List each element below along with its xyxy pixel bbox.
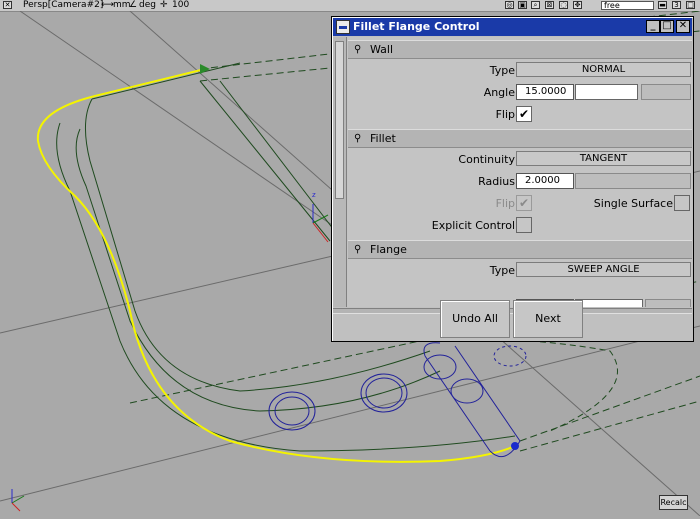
maximize-viewport-icon[interactable]: □ xyxy=(686,1,695,9)
window-titlebar[interactable]: Fillet Flange Control _ □ ✕ xyxy=(333,18,692,36)
angle-icon: ∠ xyxy=(129,0,138,10)
minimize-button[interactable]: _ xyxy=(646,20,660,33)
fillet-flip-label: Flip xyxy=(495,197,515,210)
window-title: Fillet Flange Control xyxy=(353,20,480,33)
wall-angle-label: Angle xyxy=(483,86,515,99)
wall-type-label: Type xyxy=(489,64,515,77)
camera-label[interactable]: Persp[Camera#2] xyxy=(23,0,103,11)
checkmark-icon: ✔ xyxy=(518,196,530,210)
fillet-continuity-option[interactable]: TANGENT xyxy=(516,151,691,166)
tumble-icon[interactable]: ◌ xyxy=(559,1,568,9)
single-surface-checkbox[interactable] xyxy=(674,195,690,211)
start-marker[interactable] xyxy=(200,64,210,74)
undo-all-button[interactable]: Undo All xyxy=(440,300,510,338)
layer-number[interactable]: 3 xyxy=(672,1,681,9)
wall-flip-checkbox[interactable]: ✔ xyxy=(516,106,532,122)
collapse-icon[interactable]: ⚲ xyxy=(354,133,361,144)
wall-type-option[interactable]: NORMAL xyxy=(516,62,691,77)
units-angle: deg xyxy=(139,0,156,10)
checkmark-icon: ✔ xyxy=(518,107,530,121)
ruler-icon: ⟷ xyxy=(101,0,114,10)
collapse-icon[interactable]: ⚲ xyxy=(354,44,361,55)
recalc-button[interactable]: Recalc xyxy=(659,495,688,510)
fillet-flip-checkbox[interactable]: ✔ xyxy=(516,195,532,211)
fillet-continuity-label: Continuity xyxy=(458,153,515,166)
window-zoom-icon[interactable]: ⊠ xyxy=(545,1,554,9)
flange-type-label: Type xyxy=(489,264,515,277)
flange-type-option[interactable]: SWEEP ANGLE xyxy=(516,262,691,277)
zoom-icon[interactable]: ⌕ xyxy=(531,1,540,9)
fillet-radius-label: Radius xyxy=(478,175,515,188)
scale-value: 100 xyxy=(172,0,190,10)
explicit-control-checkbox[interactable] xyxy=(516,217,532,233)
flange-next-slider-track[interactable] xyxy=(645,299,691,307)
wall-angle-field[interactable]: 15.0000 xyxy=(516,84,574,100)
next-button[interactable]: Next xyxy=(513,300,583,338)
options-scrollpane[interactable]: ⚲ Wall Type NORMAL Angle 15.0000 Flip ✔ … xyxy=(333,37,692,307)
section-fillet-title: Fillet xyxy=(370,132,396,145)
section-wall-title: Wall xyxy=(370,43,394,56)
section-wall-header[interactable]: ⚲ Wall xyxy=(348,40,692,59)
fillet-radius-slider[interactable] xyxy=(575,173,691,189)
wall-angle-slider[interactable] xyxy=(575,84,638,100)
section-flange-header[interactable]: ⚲ Flange xyxy=(348,240,692,259)
section-flange-title: Flange xyxy=(370,243,407,256)
single-surface-label: Single Surface xyxy=(593,197,673,210)
wall-angle-slider-track[interactable] xyxy=(641,84,691,100)
window-app-icon xyxy=(336,20,350,34)
close-button[interactable]: ✕ xyxy=(676,20,690,33)
explicit-control-label: Explicit Control xyxy=(431,219,515,232)
track-icon[interactable]: ◎ xyxy=(505,1,514,9)
fillet-flange-window: Fillet Flange Control _ □ ✕ ⚲ Wall Type … xyxy=(331,16,694,342)
dolly-icon[interactable]: ▣ xyxy=(518,1,527,9)
collapse-icon[interactable]: ⚲ xyxy=(354,244,361,255)
world-axis xyxy=(11,489,25,512)
section-fillet-header[interactable]: ⚲ Fillet xyxy=(348,129,692,148)
fillet-radius-field[interactable]: 2.0000 xyxy=(516,173,574,189)
maximize-button[interactable]: □ xyxy=(660,20,674,33)
end-marker[interactable] xyxy=(511,442,519,450)
flange-next-slider[interactable] xyxy=(575,299,643,307)
wall-flip-label: Flip xyxy=(495,108,515,121)
mode-field[interactable]: free xyxy=(601,1,654,10)
vertical-scrollbar[interactable] xyxy=(333,37,347,307)
pan-icon[interactable]: ✥ xyxy=(573,1,582,9)
scale-icon: ✛ xyxy=(160,0,168,10)
close-icon[interactable]: ✕ xyxy=(3,1,12,9)
menu-icon[interactable]: ▬ xyxy=(658,1,667,9)
scrollbar-thumb[interactable] xyxy=(335,41,344,199)
svg-text:z: z xyxy=(312,191,316,199)
arc-guide xyxy=(339,337,618,432)
units-length: mm xyxy=(113,0,131,10)
